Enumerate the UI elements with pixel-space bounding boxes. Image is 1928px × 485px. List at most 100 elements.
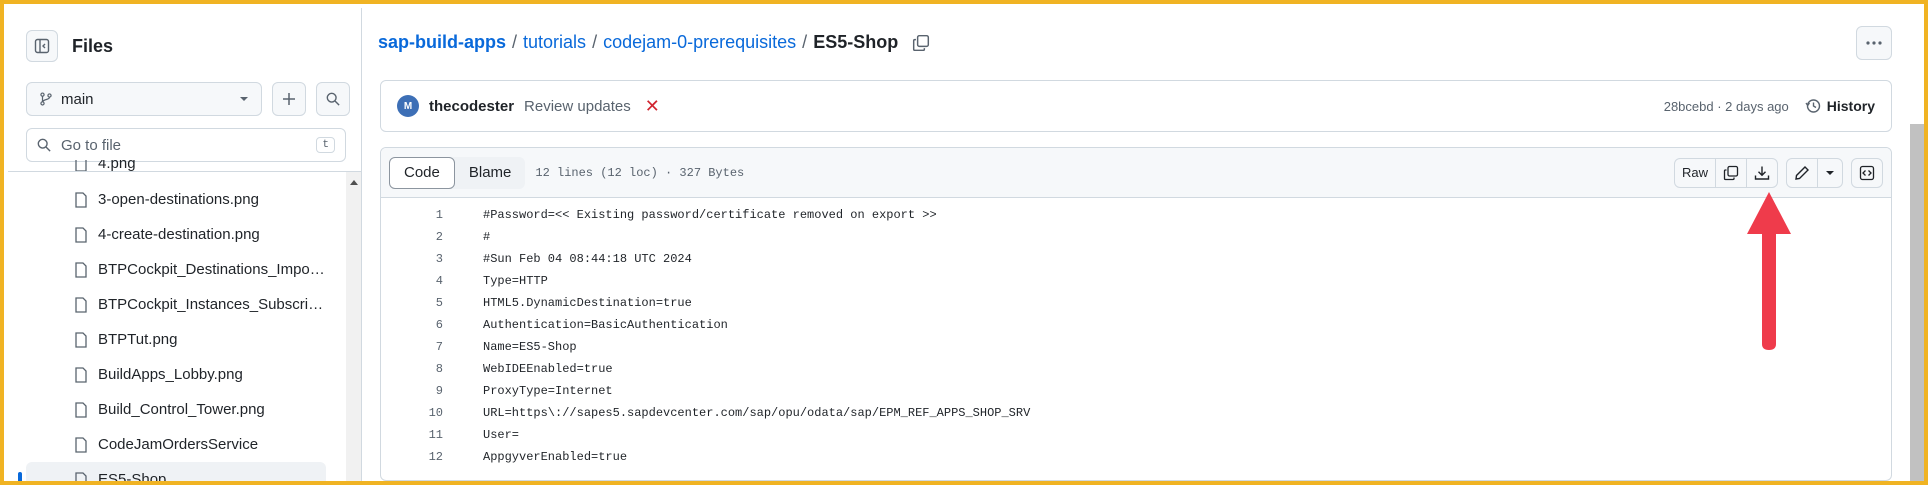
line-content: Type=HTTP <box>483 274 548 288</box>
tree-item-label: BTPCockpit_Destinations_Impo… <box>98 261 325 278</box>
check-failed-icon[interactable]: ✕ <box>645 96 660 117</box>
branch-select-button[interactable]: main <box>26 82 262 116</box>
edit-file-button[interactable] <box>1787 158 1818 187</box>
line-number[interactable]: 8 <box>381 362 443 376</box>
line-number[interactable]: 7 <box>381 340 443 354</box>
git-branch-icon <box>40 92 52 106</box>
line-content: URL=https\://sapes5.sapdevcenter.com/sap… <box>483 406 1031 420</box>
line-number[interactable]: 12 <box>381 450 443 464</box>
edit-group <box>1786 157 1843 188</box>
line-number[interactable]: 6 <box>381 318 443 332</box>
page-scrollbar[interactable] <box>1910 124 1924 481</box>
search-files-button[interactable] <box>316 82 350 116</box>
collapse-sidebar-button[interactable] <box>26 30 58 62</box>
line-number[interactable]: 4 <box>381 274 443 288</box>
line-content: #Sun Feb 04 08:44:18 UTC 2024 <box>483 252 692 266</box>
breadcrumb-repo-link[interactable]: sap-build-apps <box>378 32 506 53</box>
breadcrumb: sap-build-apps / tutorials / codejam-0-p… <box>378 32 930 53</box>
history-button[interactable]: History <box>1805 98 1875 114</box>
more-options-button[interactable] <box>1856 26 1892 60</box>
search-icon <box>326 92 340 106</box>
tab-code[interactable]: Code <box>389 156 455 189</box>
latest-commit-bar: M thecodester Review updates ✕ 28bcebd ·… <box>380 80 1892 132</box>
tree-item[interactable]: CodeJamOrdersService <box>8 427 338 462</box>
add-file-button[interactable] <box>272 82 306 116</box>
main-content: sap-build-apps / tutorials / codejam-0-p… <box>362 8 1924 481</box>
code-line: 6 Authentication=BasicAuthentication <box>381 314 1891 336</box>
tree-item[interactable]: BuildApps_Lobby.png <box>8 357 338 392</box>
line-content: WebIDEEnabled=true <box>483 362 613 376</box>
plus-icon <box>283 93 295 105</box>
raw-button[interactable]: Raw <box>1675 158 1716 187</box>
tree-item-label: CodeJamOrdersService <box>98 436 259 453</box>
file-icon <box>75 331 87 348</box>
tree-item[interactable]: 3-open-destinations.png <box>8 182 338 217</box>
screenshot-frame: Files main Go to file t 4.png 3-open-des… <box>0 0 1928 485</box>
code-lines: 1 #Password=<< Existing password/certific… <box>381 198 1891 468</box>
history-icon <box>1805 99 1820 113</box>
line-number[interactable]: 5 <box>381 296 443 310</box>
download-raw-button[interactable] <box>1747 159 1777 187</box>
line-content: HTML5.DynamicDestination=true <box>483 296 692 310</box>
commit-author-link[interactable]: thecodester <box>429 98 514 115</box>
tree-item[interactable]: BTPCockpit_Instances_Subscri… <box>8 287 338 322</box>
tree-item[interactable]: 4-create-destination.png <box>8 217 338 252</box>
line-number[interactable]: 3 <box>381 252 443 266</box>
commit-hash-time[interactable]: 28bcebd · 2 days ago <box>1664 99 1789 114</box>
file-icon <box>75 366 87 383</box>
file-icon <box>75 401 87 418</box>
file-tree: 4.png 3-open-destinations.png 4-create-d… <box>8 160 338 481</box>
avatar[interactable]: M <box>397 95 419 117</box>
breadcrumb-separator: / <box>592 32 598 52</box>
line-number[interactable]: 10 <box>381 406 443 420</box>
line-number[interactable]: 2 <box>381 230 443 244</box>
tree-item[interactable]: BTPTut.png <box>8 322 338 357</box>
branch-row: main <box>26 82 350 116</box>
tree-item-label: BTPTut.png <box>98 331 178 348</box>
tree-item-label: 3-open-destinations.png <box>98 191 259 208</box>
active-file-indicator <box>18 472 22 481</box>
go-to-file-input[interactable]: Go to file t <box>26 128 346 162</box>
code-line: 8 WebIDEEnabled=true <box>381 358 1891 380</box>
tree-item-selected[interactable]: ES5-Shop <box>26 462 326 481</box>
tree-item-label: BuildApps_Lobby.png <box>98 366 243 383</box>
tree-item[interactable]: Build_Control_Tower.png <box>8 392 338 427</box>
annotation-arrow-icon <box>1747 192 1791 350</box>
code-square-icon <box>1859 165 1875 180</box>
kebab-horizontal-icon <box>1866 41 1882 45</box>
download-icon <box>1754 166 1770 180</box>
line-number[interactable]: 9 <box>381 384 443 398</box>
breadcrumb-link-codejam[interactable]: codejam-0-prerequisites <box>603 32 796 53</box>
file-toolbar: Raw <box>1673 157 1883 188</box>
symbols-panel-button[interactable] <box>1852 159 1882 187</box>
branch-name: main <box>61 90 94 108</box>
file-meta: 12 lines (12 loc) · 327 Bytes <box>535 165 745 180</box>
edit-dropdown-button[interactable] <box>1818 159 1842 187</box>
search-icon <box>37 138 51 152</box>
symbols-group <box>1851 157 1883 188</box>
code-line: 4 Type=HTTP <box>381 270 1891 292</box>
file-icon <box>75 296 87 313</box>
tree-item[interactable]: BTPCockpit_Destinations_Impo… <box>8 252 338 287</box>
sidebar-scrollbar[interactable] <box>346 172 361 481</box>
code-line: 9 ProxyType=Internet <box>381 380 1891 402</box>
copy-path-button[interactable] <box>912 34 930 52</box>
copy-raw-button[interactable] <box>1716 158 1747 187</box>
pencil-icon <box>1795 165 1809 180</box>
code-line: 2 # <box>381 226 1891 248</box>
line-content: User= <box>483 428 520 442</box>
line-content: # <box>483 230 491 244</box>
breadcrumb-link-tutorials[interactable]: tutorials <box>523 32 586 53</box>
line-number[interactable]: 11 <box>381 428 443 442</box>
go-to-file-placeholder: Go to file <box>61 136 122 154</box>
scroll-up-arrow-icon[interactable] <box>350 180 358 185</box>
code-line: 11 User= <box>381 424 1891 446</box>
file-viewer: Code Blame 12 lines (12 loc) · 327 Bytes… <box>380 147 1892 481</box>
caret-down-icon <box>1826 170 1834 175</box>
sidebar-title: Files <box>72 35 114 56</box>
line-content: AppgyverEnabled=true <box>483 450 628 464</box>
breadcrumb-current-file: ES5-Shop <box>813 32 899 52</box>
tab-blame[interactable]: Blame <box>455 157 526 189</box>
line-number[interactable]: 1 <box>381 208 443 222</box>
commit-message-link[interactable]: Review updates <box>524 98 631 115</box>
